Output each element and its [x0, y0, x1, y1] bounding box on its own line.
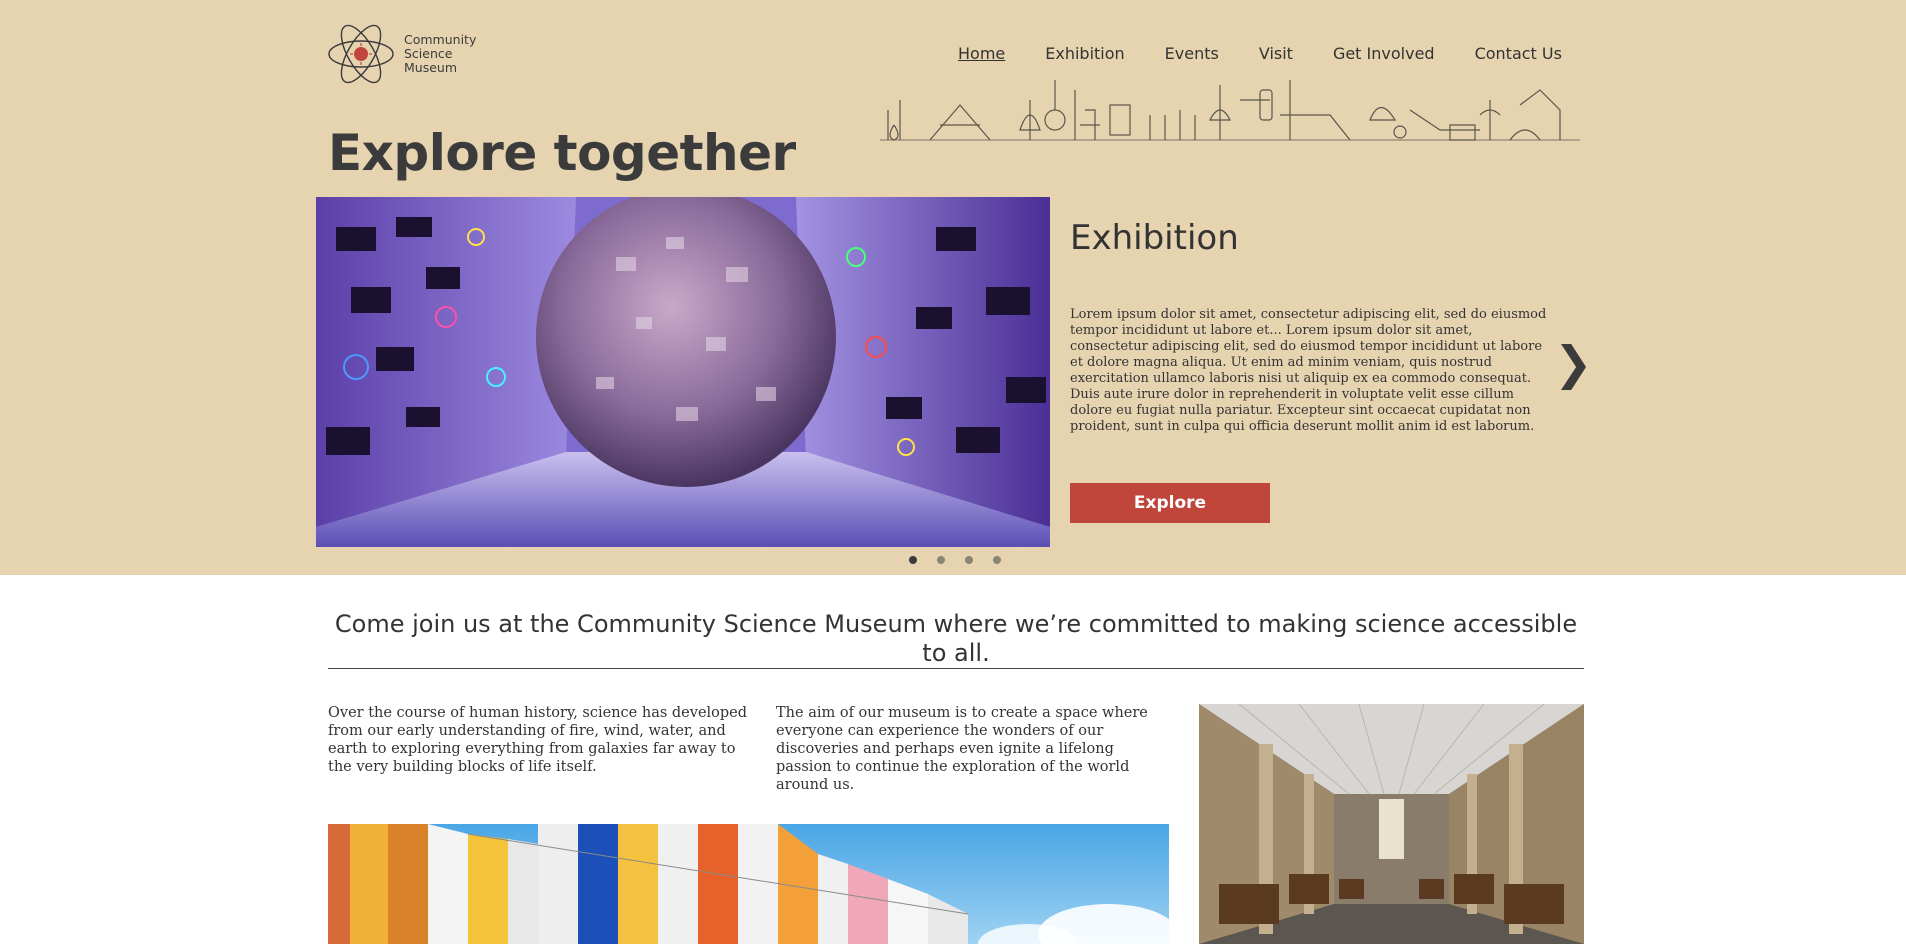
colorful-building-photo — [328, 824, 1169, 944]
history-paragraph: Over the course of human history, scienc… — [328, 705, 748, 775]
neon-sphere-photo — [316, 197, 1050, 547]
slide-dot-1[interactable] — [909, 556, 917, 564]
logo-line: Science — [404, 46, 453, 61]
nav-visit[interactable]: Visit — [1259, 44, 1293, 63]
museum-hall-photo — [1199, 704, 1584, 944]
nav-exhibition[interactable]: Exhibition — [1045, 44, 1124, 63]
slide-dot-2[interactable] — [937, 556, 945, 564]
logo-line: Museum — [404, 60, 458, 75]
atom-icon — [328, 24, 394, 84]
nav-events[interactable]: Events — [1165, 44, 1219, 63]
hero-headline: Explore together — [328, 124, 796, 182]
nav-get-involved[interactable]: Get Involved — [1333, 44, 1435, 63]
slide-dot-4[interactable] — [993, 556, 1001, 564]
explore-button[interactable]: Explore — [1070, 483, 1270, 523]
section-divider — [328, 668, 1584, 669]
slide-dot-3[interactable] — [965, 556, 973, 564]
building-facade-graphic — [328, 824, 1169, 944]
slide-pagination — [909, 556, 1021, 564]
main-nav: Home Exhibition Events Visit Get Involve… — [958, 44, 1602, 63]
intro-heading: Come join us at the Community Science Mu… — [334, 610, 1578, 667]
logo-text: Community Science Museum — [404, 33, 476, 75]
aim-paragraph: The aim of our museum is to create a spa… — [776, 705, 1148, 793]
museum-hall-graphic — [1199, 704, 1584, 944]
exhibition-slide-image[interactable] — [316, 197, 1050, 547]
hero-section: Community Science Museum Home Exhibition… — [0, 0, 1906, 575]
nav-home[interactable]: Home — [958, 44, 1005, 63]
lab-equipment-illustration — [880, 80, 1580, 141]
slide-description: Lorem ipsum dolor sit amet, consectetur … — [1070, 307, 1547, 434]
logo-line: Community — [404, 32, 477, 47]
slide-title: Exhibition — [1070, 218, 1239, 258]
next-slide-arrow-icon[interactable]: ❯ — [1554, 338, 1593, 388]
nav-contact-us[interactable]: Contact Us — [1475, 44, 1562, 63]
site-logo[interactable]: Community Science Museum — [326, 22, 476, 86]
